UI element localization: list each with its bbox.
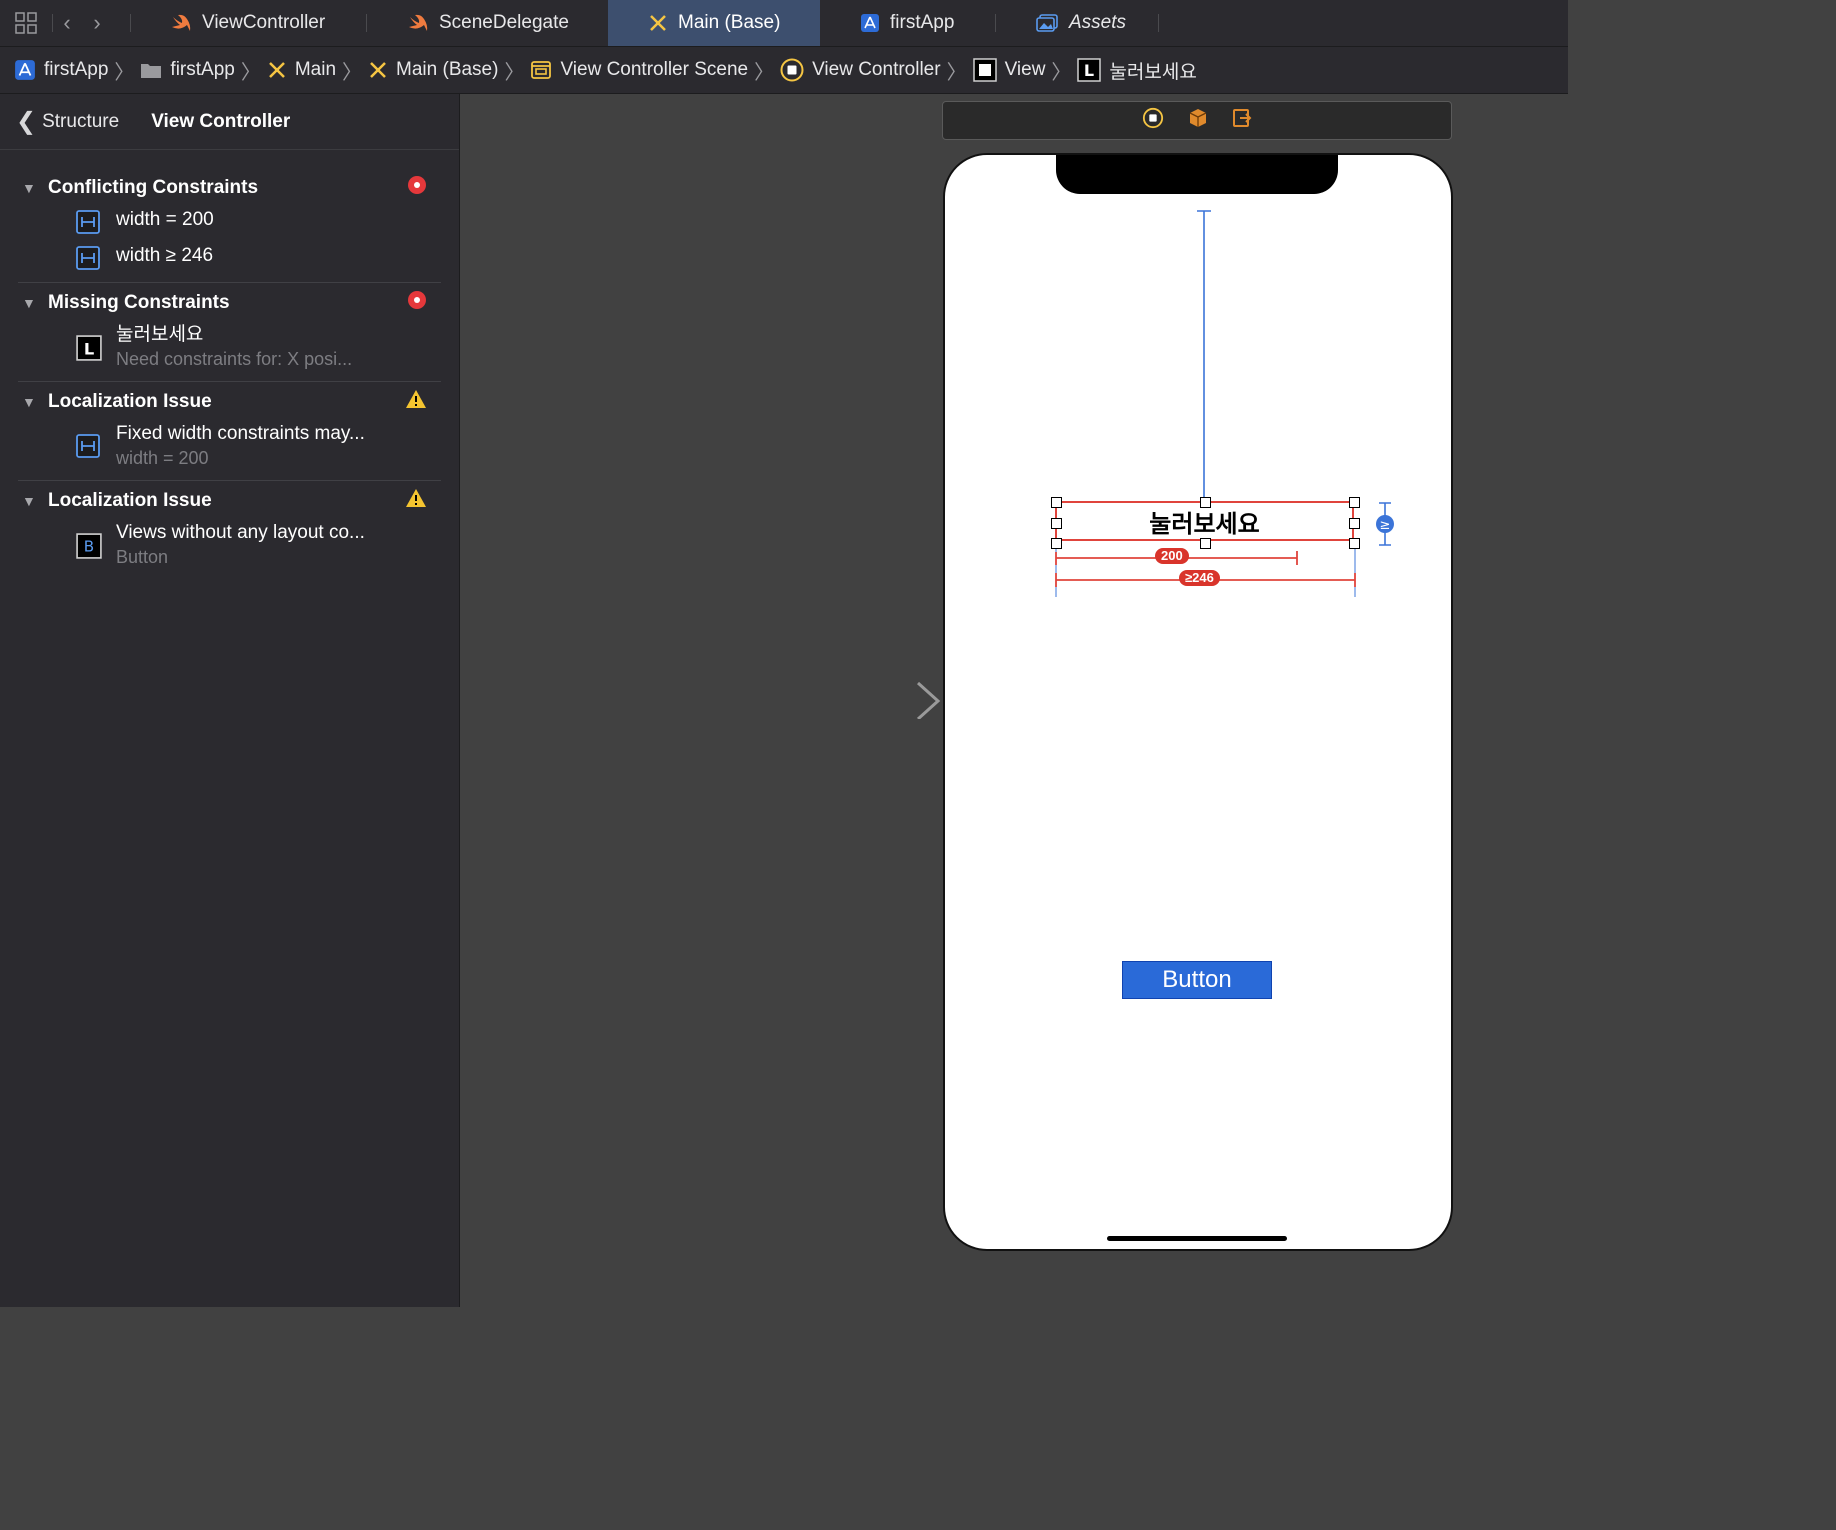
breadcrumb-item[interactable]: View Controller [780,58,941,82]
section-localization-issue: ▼ Localization Issue Fixed width constra… [18,382,441,481]
chevron-right-icon: 〉 [114,61,135,84]
list-item[interactable]: B Views without any layout co... Button [18,521,441,569]
storyboard-icon [648,13,668,33]
first-responder-icon[interactable] [1188,108,1208,133]
swift-icon [407,13,429,33]
section-conflicting-constraints: ▼ Conflicting Constraints width = 200 wi… [18,168,441,283]
home-indicator [1107,1236,1287,1241]
svg-text:L: L [84,340,94,359]
storyboard-icon [368,60,388,80]
tab-firstapp[interactable]: firstApp [850,0,1005,46]
panel-title: View Controller [151,110,291,132]
list-item[interactable]: Fixed width constraints may... width = 2… [18,422,441,470]
app-project-icon [14,59,36,81]
resize-handle[interactable] [1349,538,1360,549]
disclosure-icon: ▼ [22,295,36,311]
related-items-icon[interactable] [0,0,52,46]
constraint-guides: ≥ [1055,210,1394,597]
chevron-left-icon: ❮ [16,108,37,135]
section-header[interactable]: ▼ Localization Issue [18,382,441,422]
svg-text:L: L [1084,61,1094,80]
disclosure-icon: ▼ [22,180,36,196]
resize-handle[interactable] [1051,538,1062,549]
chevron-right-icon: 〉 [240,61,261,84]
breadcrumb-item[interactable]: Main [267,59,336,81]
tab-label: ViewController [202,12,326,33]
view-icon [972,58,997,82]
chevron-right-icon: 〉 [1051,61,1072,84]
button-icon: B [76,533,102,559]
breadcrumb-item[interactable]: View [972,58,1045,82]
structure-back-button[interactable]: ❮ Structure [16,107,119,136]
list-item[interactable]: width = 200 [18,208,441,234]
warning-badge-icon [405,389,427,415]
iphone-view[interactable]: ≥ 눌러보세요 200 ≥246 Button [943,153,1453,1251]
resize-handle[interactable] [1051,497,1062,508]
section-header[interactable]: ▼ Conflicting Constraints [18,168,441,208]
label-icon: L [76,335,102,361]
warning-badge-icon [405,488,427,514]
section-localization-issue: ▼ Localization Issue B Views without any… [18,481,441,569]
breadcrumb-item[interactable]: View Controller Scene [530,59,748,81]
section-missing-constraints: ▼ Missing Constraints L 눌러보세요 Need const… [18,283,441,382]
resize-handle[interactable] [1051,518,1062,529]
chevron-right-icon: 〉 [342,61,363,84]
list-item[interactable]: L 눌러보세요 Need constraints for: X posi... [18,323,441,371]
constraint-icon [76,434,100,458]
disclosure-icon: ▼ [22,493,36,509]
error-badge-icon [407,290,427,316]
resize-handle[interactable] [1200,538,1211,549]
resize-handle[interactable] [1349,518,1360,529]
breadcrumb-item[interactable]: firstApp [14,59,108,81]
breadcrumb-item[interactable]: firstApp [140,59,235,81]
constraint-icon [76,210,100,234]
jump-bar: firstApp 〉 firstApp 〉 Main 〉 Main (Base)… [0,47,1568,94]
svg-text:B: B [84,537,94,555]
disclosure-icon: ▼ [22,394,36,410]
section-header[interactable]: ▼ Localization Issue [18,481,441,521]
back-arrow-icon[interactable]: ‹ [52,0,82,46]
constraint-icon [76,246,100,270]
tab-scenedelegate[interactable]: SceneDelegate [397,0,617,46]
storyboard-icon [267,60,287,80]
list-item[interactable]: width ≥ 246 [18,244,441,270]
chevron-right-icon: 〉 [946,61,967,84]
tab-viewcontroller[interactable]: ViewController [160,0,376,46]
tab-label: firstApp [890,12,955,33]
breadcrumb-item[interactable]: L 눌러보세요 [1077,57,1197,84]
panel-header: ❮ Structure View Controller [0,94,459,150]
chevron-right-icon: 〉 [754,61,775,84]
width-constraint-badge[interactable]: 200 [1155,548,1189,564]
app-project-icon [860,13,880,33]
resize-handle[interactable] [1349,497,1360,508]
svg-text:≥: ≥ [1380,518,1391,533]
tab-label: Assets [1069,12,1127,33]
min-width-constraint-badge[interactable]: ≥246 [1179,570,1220,586]
view-controller-icon [780,58,804,82]
scene-dock [942,101,1452,140]
label-icon: L [1077,58,1102,82]
tab-label: Main (Base) [678,12,781,33]
tab-assets[interactable]: Assets [1025,0,1170,46]
button[interactable]: Button [1122,961,1272,999]
breadcrumb-item[interactable]: Main (Base) [368,59,498,81]
scene-icon [530,59,552,81]
assets-icon [1035,13,1059,33]
view-controller-icon[interactable] [1142,107,1164,134]
tab-main-base[interactable]: Main (Base) [608,0,820,46]
tab-label: SceneDelegate [439,12,569,33]
swift-icon [170,13,192,33]
initial-view-controller-arrow-icon[interactable] [820,679,944,719]
folder-icon [140,61,162,79]
tab-bar: ‹ › ViewController SceneDelegate Main (B… [0,0,1568,47]
resize-handle[interactable] [1200,497,1211,508]
storyboard-canvas[interactable]: ≥ 눌러보세요 200 ≥246 Button [460,94,1568,1307]
chevron-right-icon: 〉 [504,61,525,84]
issues-panel: ❮ Structure View Controller ▼ Conflictin… [0,94,460,1307]
error-badge-icon [407,175,427,201]
section-header[interactable]: ▼ Missing Constraints [18,283,441,323]
exit-icon[interactable] [1232,108,1252,133]
forward-arrow-icon[interactable]: › [82,0,112,46]
